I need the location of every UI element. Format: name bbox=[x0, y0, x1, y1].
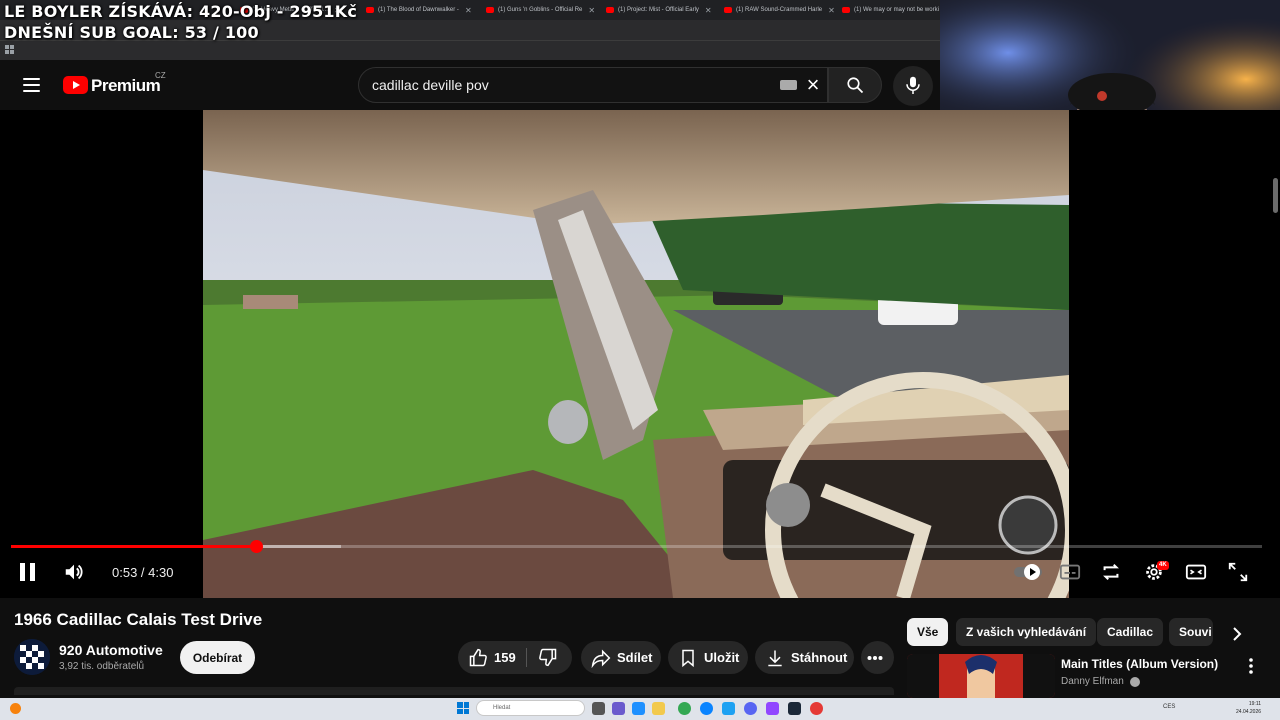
search-input-value[interactable]: cadillac deville pov bbox=[372, 77, 489, 93]
share-label: Sdílet bbox=[617, 650, 653, 665]
theater-icon[interactable] bbox=[1185, 561, 1207, 583]
keyboard-icon[interactable] bbox=[780, 80, 797, 90]
youtube-logo-text[interactable]: Premium bbox=[91, 76, 161, 96]
menu-icon[interactable] bbox=[23, 78, 40, 92]
more-vertical-icon[interactable] bbox=[1246, 657, 1256, 675]
youtube-favicon-icon bbox=[842, 7, 850, 13]
volume-icon[interactable] bbox=[63, 561, 85, 583]
taskbar-app-icon[interactable] bbox=[722, 702, 735, 715]
steam-icon[interactable] bbox=[788, 702, 801, 715]
browser-tab[interactable]: (1) Guns 'n Goblins - Official Re ✕ bbox=[486, 0, 606, 20]
save-button[interactable]: Uložit bbox=[668, 641, 748, 674]
thumbs-down-icon[interactable] bbox=[538, 647, 558, 667]
subscriber-count: 3,92 tis. odběratelů bbox=[59, 661, 145, 672]
task-view-icon[interactable] bbox=[592, 702, 605, 715]
autoplay-toggle[interactable] bbox=[1013, 561, 1043, 583]
like-count: 159 bbox=[494, 650, 516, 665]
tab-label: (1) The Blood of Dawnwalker - bbox=[378, 7, 459, 13]
page-scrollbar[interactable] bbox=[1273, 178, 1278, 213]
progress-played bbox=[11, 545, 256, 548]
download-button[interactable]: Stáhnout bbox=[755, 641, 854, 674]
widgets-icon[interactable] bbox=[10, 703, 21, 714]
chrome-icon[interactable] bbox=[678, 702, 691, 715]
pause-icon[interactable] bbox=[20, 563, 36, 581]
youtube-favicon-icon bbox=[486, 7, 494, 13]
taskbar-search-input[interactable]: Hledat bbox=[476, 700, 585, 716]
tab-label: (1) Project: Mist - Official Early bbox=[618, 7, 699, 13]
youtube-favicon-icon bbox=[366, 7, 374, 13]
bookmark-bar bbox=[0, 40, 940, 60]
youtube-favicon-icon bbox=[724, 7, 732, 13]
stream-sub-goal-text: DNEŠNÍ SUB GOAL: 53 / 100 bbox=[4, 23, 259, 42]
close-tab-icon[interactable]: ✕ bbox=[465, 6, 472, 15]
stream-donation-text: LE BOYLER ZÍSKÁVÁ: 420-Obj - 2951Kč bbox=[4, 2, 358, 21]
loop-icon[interactable] bbox=[1100, 561, 1122, 583]
channel-name[interactable]: 920 Automotive bbox=[59, 642, 163, 658]
tab-label: (1) RAW Sound-Crammed Harle bbox=[736, 7, 823, 13]
browser-tab[interactable]: (1) RAW Sound-Crammed Harle ✕ bbox=[724, 0, 844, 20]
youtube-logo-icon[interactable] bbox=[63, 76, 88, 94]
download-icon bbox=[768, 650, 782, 666]
close-tab-icon[interactable]: ✕ bbox=[588, 6, 595, 15]
subtitles-icon[interactable] bbox=[1059, 561, 1081, 583]
share-button[interactable]: Sdílet bbox=[581, 641, 661, 674]
more-actions-button[interactable] bbox=[861, 641, 894, 674]
browser-tab[interactable]: (1) Project: Mist - Official Early ✕ bbox=[606, 0, 726, 20]
windows-start-icon[interactable] bbox=[457, 702, 469, 714]
discord-icon[interactable] bbox=[744, 702, 757, 715]
quality-badge: 4K bbox=[1157, 561, 1169, 570]
search-icon[interactable] bbox=[846, 76, 864, 94]
description-box[interactable] bbox=[14, 687, 894, 695]
fullscreen-icon[interactable] bbox=[1227, 561, 1249, 583]
bookmark-icon bbox=[682, 649, 694, 667]
obs-icon[interactable] bbox=[810, 702, 823, 715]
chip-related[interactable]: Souvi bbox=[1169, 618, 1213, 646]
close-icon[interactable]: × bbox=[803, 74, 823, 96]
thumbs-up-icon bbox=[469, 648, 487, 666]
youtube-favicon-icon bbox=[606, 7, 614, 13]
close-tab-icon[interactable]: ✕ bbox=[705, 6, 712, 15]
clock-date: 24.04.2026 bbox=[1236, 709, 1262, 715]
tray-language[interactable]: CES bbox=[1163, 704, 1175, 710]
save-label: Uložit bbox=[704, 650, 740, 665]
taskbar-app-icon[interactable] bbox=[612, 702, 625, 715]
download-label: Stáhnout bbox=[791, 650, 848, 665]
edge-icon[interactable] bbox=[700, 702, 713, 715]
country-code: CZ bbox=[155, 71, 166, 80]
taskbar-clock[interactable]: 19:11 24.04.2026 bbox=[1236, 700, 1261, 716]
close-tab-icon[interactable]: ✕ bbox=[828, 6, 835, 15]
related-video-channel[interactable]: Danny Elfman bbox=[1061, 676, 1124, 687]
apps-grid-icon[interactable] bbox=[5, 45, 14, 54]
video-title: 1966 Cadillac Calais Test Drive bbox=[14, 610, 263, 629]
mic-icon[interactable] bbox=[904, 75, 922, 95]
twitch-icon[interactable] bbox=[766, 702, 779, 715]
more-horizontal-icon bbox=[867, 655, 882, 660]
clock-time: 19:11 bbox=[1248, 701, 1262, 707]
avatar[interactable] bbox=[14, 639, 50, 675]
chip-from-searches[interactable]: Z vašich vyhledávání bbox=[956, 618, 1097, 646]
taskbar-app-icon[interactable] bbox=[632, 702, 645, 715]
tab-label: (1) Guns 'n Goblins - Official Re bbox=[498, 7, 583, 13]
time-display: 0:53 / 4:30 bbox=[112, 565, 174, 580]
file-explorer-icon[interactable] bbox=[652, 702, 665, 715]
video-frame[interactable] bbox=[203, 110, 1069, 598]
verified-icon bbox=[1130, 677, 1140, 687]
like-divider bbox=[526, 648, 527, 667]
related-video-title[interactable]: Main Titles (Album Version) bbox=[1061, 657, 1218, 671]
browser-tab[interactable]: (1) The Blood of Dawnwalker - ✕ bbox=[366, 0, 486, 20]
browser-tab[interactable]: (1) We may or may not be worki bbox=[842, 0, 942, 20]
progress-scrubber[interactable] bbox=[250, 540, 263, 553]
like-button[interactable]: 159 bbox=[468, 648, 516, 668]
chevron-right-icon[interactable] bbox=[1229, 626, 1245, 642]
related-video-thumbnail[interactable] bbox=[907, 654, 1055, 698]
chip-all[interactable]: Vše bbox=[907, 618, 949, 646]
tab-label: (1) We may or may not be worki bbox=[854, 7, 939, 13]
subscribe-button[interactable]: Odebírat bbox=[180, 641, 255, 674]
chip-cadillac[interactable]: Cadillac bbox=[1097, 618, 1164, 646]
share-icon bbox=[591, 649, 611, 668]
